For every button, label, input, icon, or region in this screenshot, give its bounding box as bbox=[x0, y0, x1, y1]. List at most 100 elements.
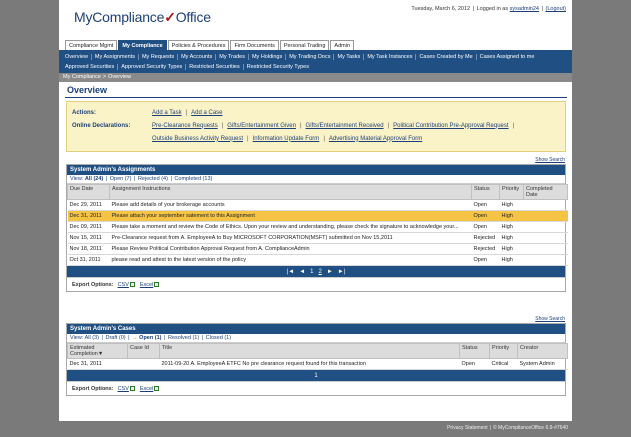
breadcrumb-parent[interactable]: My Compliance bbox=[63, 74, 101, 80]
export-excel-link[interactable]: Excel bbox=[140, 386, 153, 392]
table-row[interactable]: Dec 31, 2011 Please attach your septembe… bbox=[67, 210, 568, 222]
status-cell: Open bbox=[471, 221, 500, 233]
separator: | bbox=[221, 122, 224, 129]
breadcrumb-separator: > bbox=[102, 74, 107, 80]
col-estimated-completion[interactable]: Estimated Completion▼ bbox=[67, 343, 128, 359]
subnav-approved-security-types[interactable]: Approved Security Types bbox=[118, 64, 187, 70]
view-completed[interactable]: Completed (13) bbox=[174, 176, 212, 182]
political-contribution-link[interactable]: Political Contribution Pre-Approval Requ… bbox=[393, 123, 508, 129]
assignments-table: Due Date Assignment Instructions Status … bbox=[67, 184, 568, 266]
view-rejected[interactable]: Rejected (4) bbox=[138, 176, 168, 182]
last-page-icon[interactable]: ►| bbox=[338, 269, 346, 275]
cases-table: Estimated Completion▼ Case Id Title Stat… bbox=[67, 343, 568, 370]
creator-cell: System Admin bbox=[517, 358, 568, 370]
instructions-cell[interactable]: Please attach your september satement to… bbox=[109, 210, 472, 222]
add-task-link[interactable]: Add a Task bbox=[152, 110, 182, 116]
due-date-cell: Dec 29, 2011 bbox=[67, 199, 110, 211]
advertising-material-link[interactable]: Advertising Material Approval Form bbox=[329, 136, 422, 142]
app-logo[interactable]: MyCompliance✓Office bbox=[74, 9, 211, 26]
export-csv-link[interactable]: CSV bbox=[118, 282, 129, 288]
col-completed-date[interactable]: Completed Date bbox=[523, 184, 568, 200]
view-label: View: bbox=[70, 176, 84, 182]
table-row[interactable]: Dec 29, 2011 Please add details of your … bbox=[67, 199, 568, 211]
first-page-icon[interactable]: |◄ bbox=[287, 269, 295, 275]
col-status[interactable]: Status bbox=[459, 343, 490, 359]
table-row[interactable]: Dec 31, 2011 2011-09-20 A. EmployeeA ETF… bbox=[67, 358, 568, 370]
col-priority[interactable]: Priority bbox=[499, 184, 524, 200]
page-2-link[interactable]: 2 bbox=[319, 269, 322, 275]
subnav-approved-securities[interactable]: Approved Securities bbox=[62, 64, 119, 70]
col-creator[interactable]: Creator bbox=[517, 343, 568, 359]
table-row[interactable]: Nov 15, 2011 Pre-Clearance request from … bbox=[67, 232, 568, 244]
gifts-received-link[interactable]: Gifts/Entertainment Received bbox=[306, 123, 384, 129]
subnav-cases-created-by-me[interactable]: Cases Created by Me bbox=[416, 54, 477, 60]
excel-icon[interactable] bbox=[154, 282, 160, 287]
due-date-cell: Nov 18, 2011 bbox=[67, 243, 110, 255]
col-priority[interactable]: Priority bbox=[489, 343, 518, 359]
subnav-my-trading-docs[interactable]: My Trading Docs bbox=[286, 54, 335, 60]
subnav-my-tasks[interactable]: My Tasks bbox=[334, 54, 365, 60]
case-title-cell[interactable]: 2011-09-20 A. EmployeeA ETFC No pre clea… bbox=[159, 358, 460, 370]
export-csv-link[interactable]: CSV bbox=[118, 386, 129, 392]
view-resolved[interactable]: Resolved (1) bbox=[168, 335, 199, 341]
view-all[interactable]: All (24) bbox=[85, 176, 103, 182]
instructions-cell[interactable]: Please Review Political Contribution App… bbox=[109, 243, 472, 255]
status-cell: Open bbox=[471, 210, 500, 222]
checkmark-icon: ✓ bbox=[164, 9, 176, 25]
view-closed[interactable]: Closed (1) bbox=[206, 335, 231, 341]
prev-page-icon[interactable]: ◄ bbox=[299, 269, 305, 275]
cases-show-search-link[interactable]: Show Search bbox=[535, 316, 565, 322]
instructions-cell[interactable]: please read and attest to the latest ver… bbox=[109, 254, 472, 266]
assignments-show-search-link[interactable]: Show Search bbox=[535, 157, 565, 163]
title-divider bbox=[65, 97, 567, 98]
view-open[interactable]: Open (1) bbox=[139, 335, 161, 341]
subnav-overview[interactable]: Overview bbox=[62, 54, 92, 60]
instructions-cell[interactable]: Pre-Clearance request from A. EmployeeA … bbox=[109, 232, 472, 244]
subnav-my-accounts[interactable]: My Accounts bbox=[178, 54, 217, 60]
pre-clearance-requests-link[interactable]: Pre-Clearance Requests bbox=[152, 123, 218, 129]
next-page-icon[interactable]: ► bbox=[327, 269, 333, 275]
col-title[interactable]: Title bbox=[159, 343, 460, 359]
separator: | bbox=[323, 135, 325, 142]
instructions-cell[interactable]: Please add details of your brokerage acc… bbox=[109, 199, 472, 211]
subnav-my-task-instances[interactable]: My Task Instances bbox=[364, 54, 417, 60]
separator: | bbox=[387, 122, 390, 129]
table-row[interactable]: Nov 18, 2011 Please Review Political Con… bbox=[67, 243, 568, 255]
col-case-id[interactable]: Case Id bbox=[127, 343, 160, 359]
gifts-given-link[interactable]: Gifts/Entertainment Given bbox=[227, 123, 296, 129]
information-update-form-link[interactable]: Information Update Form bbox=[253, 136, 320, 142]
col-status[interactable]: Status bbox=[471, 184, 500, 200]
view-draft[interactable]: Draft (0) bbox=[105, 335, 125, 341]
view-open[interactable]: Open (7) bbox=[110, 176, 132, 182]
username-link[interactable]: sysadmin24 bbox=[510, 6, 539, 12]
add-case-link[interactable]: Add a Case bbox=[191, 110, 222, 116]
csv-icon[interactable] bbox=[129, 386, 135, 391]
due-date-cell: Dec 09, 2011 bbox=[67, 221, 110, 233]
actions-label: Actions: bbox=[72, 109, 96, 116]
completed-date-cell bbox=[523, 232, 568, 244]
export-excel-link[interactable]: Excel bbox=[140, 282, 153, 288]
excel-icon[interactable] bbox=[154, 386, 160, 391]
instructions-cell[interactable]: Please take a moment and review the Code… bbox=[109, 221, 472, 233]
subnav-restricted-securities[interactable]: Restricted Securities bbox=[186, 64, 244, 70]
view-all[interactable]: All (3) bbox=[85, 335, 99, 341]
subnav-my-holdings[interactable]: My Holdings bbox=[249, 54, 287, 60]
subnav-restricted-security-types[interactable]: Restricted Security Types bbox=[244, 64, 312, 70]
page: MyCompliance✓Office Tuesday, March 6, 20… bbox=[59, 0, 572, 421]
privacy-statement-link[interactable]: Privacy Statement bbox=[447, 425, 488, 431]
subnav-my-assignments[interactable]: My Assignments bbox=[92, 54, 139, 60]
col-assignment-instructions[interactable]: Assignment Instructions bbox=[109, 184, 472, 200]
table-row[interactable]: Dec 09, 2011 Please take a moment and re… bbox=[67, 221, 568, 233]
subnav-my-requests[interactable]: My Requests bbox=[139, 54, 179, 60]
due-date-cell: Dec 31, 2011 bbox=[67, 210, 110, 222]
logout-link[interactable]: (Logout) bbox=[546, 6, 567, 12]
priority-cell: Critical bbox=[489, 358, 518, 370]
separator: | bbox=[541, 6, 543, 12]
assignments-panel-title: System Admin's Assignments bbox=[67, 165, 565, 175]
col-due-date[interactable]: Due Date bbox=[67, 184, 110, 200]
csv-icon[interactable] bbox=[129, 282, 135, 287]
subnav-my-trades[interactable]: My Trades bbox=[216, 54, 249, 60]
table-row[interactable]: Oct 31, 2011 please read and attest to t… bbox=[67, 254, 568, 266]
outside-business-activity-link[interactable]: Outside Business Activity Request bbox=[152, 136, 243, 142]
subnav-cases-assigned-to-me[interactable]: Cases Assigned to me bbox=[477, 54, 538, 60]
